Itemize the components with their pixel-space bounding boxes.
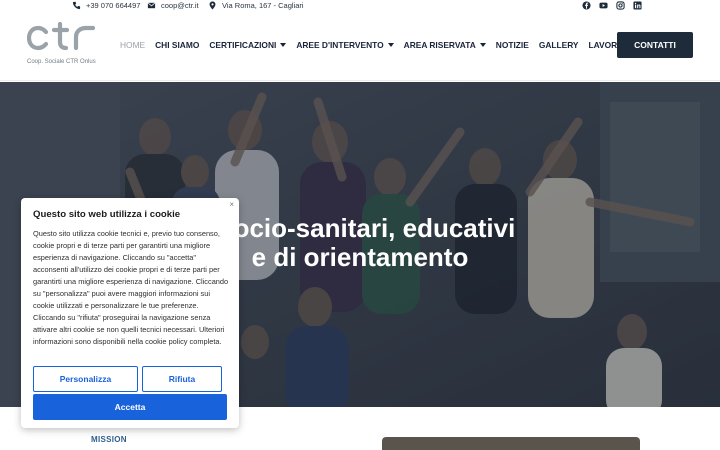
logo-subtitle: Coop. Sociale CTR Onlus (27, 59, 96, 65)
reject-button[interactable]: Rifiuta (142, 366, 222, 392)
site-logo[interactable] (26, 21, 99, 62)
chevron-down-icon (387, 43, 394, 47)
cookie-description: Questo sito utilizza cookie tecnici e, p… (33, 229, 229, 346)
nav-chi-siamo[interactable]: CHI SIAMO (155, 40, 199, 50)
phone-contact[interactable]: +39 070 664497 (72, 1, 140, 10)
section-image (382, 437, 640, 450)
customize-button[interactable]: Personalizza (33, 366, 138, 392)
nav-notizie[interactable]: NOTIZIE (496, 40, 529, 50)
nav-home[interactable]: HOME (120, 40, 145, 50)
chevron-down-icon (479, 43, 486, 47)
nav-gallery-label: GALLERY (538, 40, 579, 50)
nav-area-riservata[interactable]: AREA RISERVATA (404, 40, 486, 50)
address-text: Via Roma, 167 - Cagliari (222, 1, 304, 10)
ctr-logo-mark (26, 21, 96, 51)
nav-aree-intervento-label: AREE D'INTERVENTO (296, 40, 384, 50)
phone-icon (72, 1, 81, 10)
nav-aree-intervento[interactable]: AREE D'INTERVENTO (296, 40, 394, 50)
nav-chi-siamo-label: CHI SIAMO (155, 40, 200, 50)
youtube-icon[interactable] (599, 1, 608, 10)
address-contact: Via Roma, 167 - Cagliari (208, 1, 304, 10)
phone-text: +39 070 664497 (86, 1, 141, 10)
facebook-icon[interactable] (582, 1, 591, 10)
cookie-title: Questo sito web utilizza i cookie (33, 209, 181, 220)
nav-notizie-label: NOTIZIE (495, 40, 529, 50)
cookie-banner: × Questo sito web utilizza i cookie Ques… (21, 198, 239, 428)
social-links (582, 1, 642, 10)
nav-gallery[interactable]: GALLERY (539, 40, 579, 50)
map-pin-icon (209, 1, 216, 10)
cookie-actions: Personalizza Rifiuta Accetta (33, 366, 227, 420)
instagram-icon[interactable] (616, 1, 625, 10)
mission-label: MISSION (91, 435, 127, 444)
envelope-icon (147, 2, 156, 9)
email-contact[interactable]: coop@ctr.it (147, 1, 199, 10)
contatti-button[interactable]: CONTATTI (617, 32, 693, 58)
email-text: coop@ctr.it (161, 1, 199, 10)
main-nav: HOME CHI SIAMO CERTIFICAZIONI AREE D'INT… (120, 40, 671, 50)
linkedin-icon[interactable] (633, 1, 642, 10)
nav-certificazioni[interactable]: CERTIFICAZIONI (209, 40, 287, 50)
nav-area-riservata-label: AREA RISERVATA (403, 40, 476, 50)
site-header: Coop. Sociale CTR Onlus HOME CHI SIAMO C… (0, 13, 720, 81)
nav-certificazioni-label: CERTIFICAZIONI (209, 40, 277, 50)
chevron-down-icon (280, 43, 287, 47)
accept-button[interactable]: Accetta (33, 394, 227, 420)
top-bar: +39 070 664497 coop@ctr.it Via Roma, 167… (0, 0, 720, 13)
nav-home-label: HOME (120, 40, 146, 50)
close-icon[interactable]: × (229, 200, 234, 209)
cookie-secondary-actions: Personalizza Rifiuta (33, 366, 227, 392)
